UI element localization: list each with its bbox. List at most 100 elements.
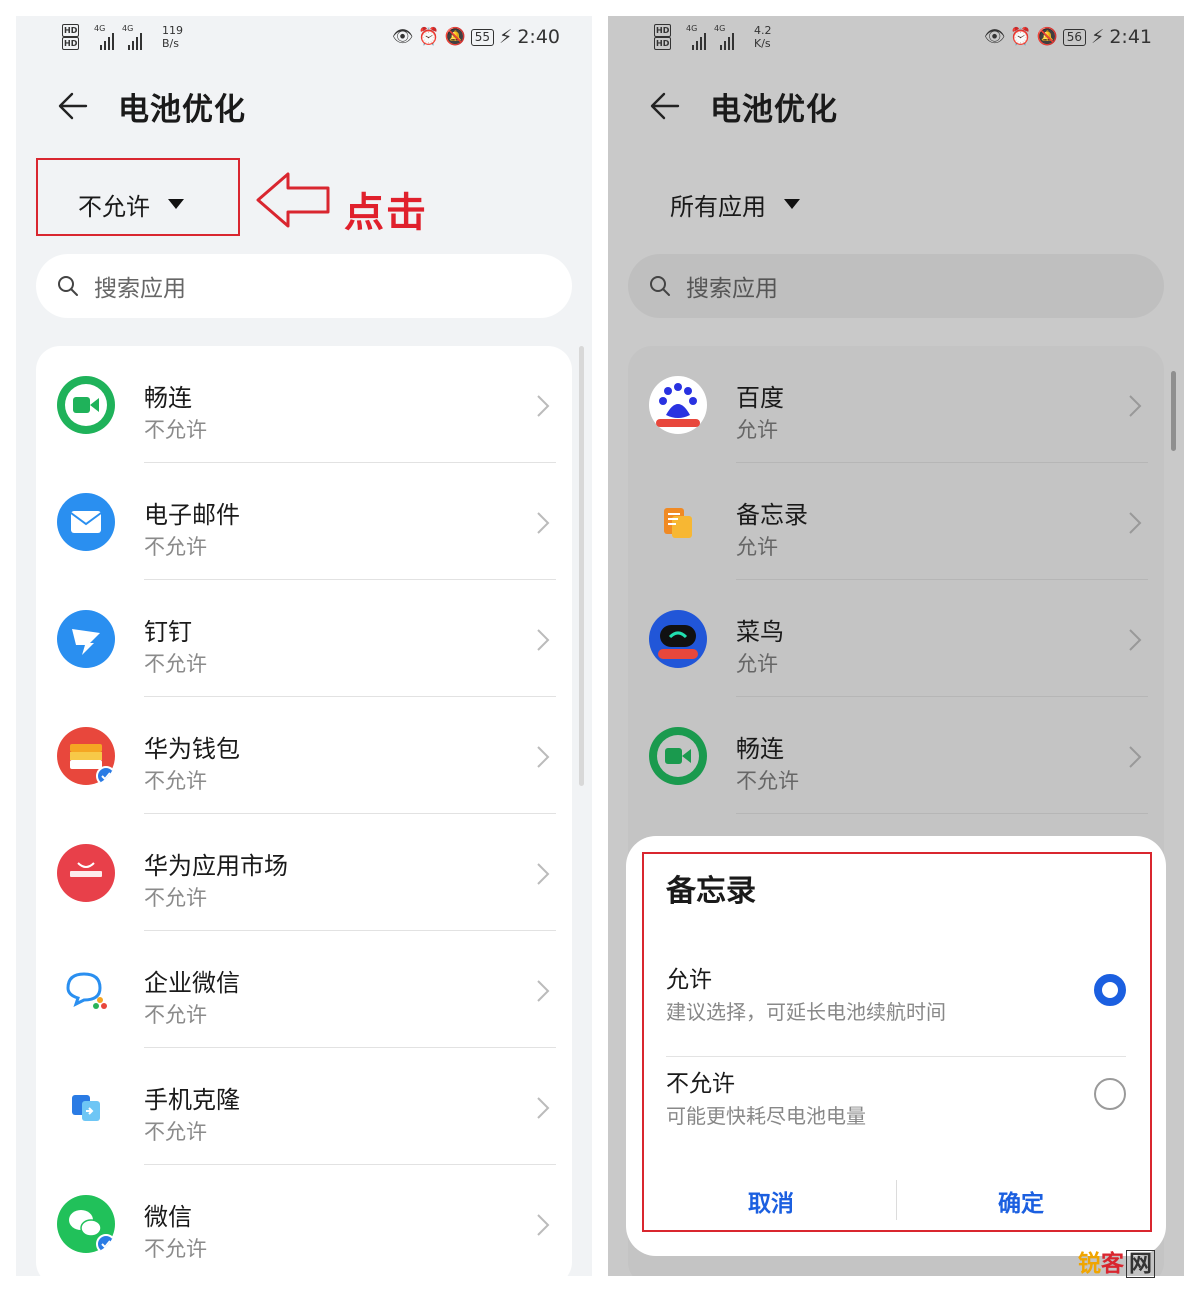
- search-placeholder: 搜索应用: [686, 276, 778, 302]
- app-list: 畅连 不允许 电子邮件 不允许 钉钉 不允许 华为钱包 不允许 华为应用市场 不…: [36, 346, 572, 1276]
- sim-indicator: HD HD: [62, 24, 80, 50]
- app-status: 不允许: [144, 1120, 207, 1144]
- app-status: 不允许: [144, 652, 207, 676]
- page-title: 电池优化: [118, 91, 246, 128]
- app-status: 允许: [736, 418, 778, 442]
- charging-icon: ⚡: [1090, 26, 1105, 48]
- app-status: 允许: [736, 652, 778, 676]
- divider: [736, 813, 1148, 814]
- list-item[interactable]: 百度 允许: [628, 346, 1164, 463]
- status-right: 👁 ⏰ 🔕 56 ⚡ 2:41: [984, 26, 1152, 48]
- chevron-right-icon: [537, 1097, 550, 1119]
- eye-icon: 👁: [391, 27, 414, 47]
- app-status: 不允许: [144, 418, 207, 442]
- alarm-icon: ⏰: [1010, 27, 1032, 47]
- app-name: 菜鸟: [736, 618, 784, 646]
- wechat-icon: [57, 1195, 116, 1254]
- scrollbar[interactable]: [579, 346, 584, 786]
- list-item[interactable]: 菜鸟 允许: [628, 580, 1164, 697]
- chevron-right-icon: [537, 395, 550, 417]
- list-item[interactable]: 畅连 不允许: [36, 346, 572, 463]
- highlight-box: [642, 852, 1152, 1232]
- chevron-right-icon: [1129, 395, 1142, 417]
- charging-icon: ⚡: [498, 26, 513, 48]
- notes-icon: [664, 508, 692, 538]
- highlight-box: [36, 158, 240, 236]
- app-name: 华为应用市场: [144, 852, 288, 880]
- battery-icon: 56: [1062, 28, 1086, 46]
- app-name: 畅连: [144, 384, 192, 412]
- app-name: 畅连: [736, 735, 784, 763]
- filter-dropdown[interactable]: 所有应用: [670, 176, 800, 232]
- status-bar: HD HD 4G 4G 4.2 K/s 👁 ⏰ 🔕 56 ⚡ 2:41: [608, 16, 1184, 62]
- network-speed: 4.2 K/s: [754, 24, 772, 50]
- status-bar: HD HD 4G 4G 119 B/s 👁 ⏰ 🔕 55 ⚡ 2:40: [16, 16, 592, 62]
- list-item[interactable]: 钉钉 不允许: [36, 580, 572, 697]
- email-icon: [57, 493, 115, 551]
- search-input[interactable]: 搜索应用: [36, 254, 572, 318]
- wecom-icon: [57, 961, 115, 1019]
- left-arrow-icon: [256, 172, 330, 228]
- left-screen: HD HD 4G 4G 119 B/s 👁 ⏰ 🔕 55 ⚡ 2:40 电池优化…: [16, 16, 592, 1276]
- mute-icon: 🔕: [444, 27, 466, 47]
- app-status: 允许: [736, 535, 778, 559]
- caret-down-icon: [784, 199, 800, 209]
- baidu-icon: [649, 376, 707, 434]
- search-icon: [58, 276, 78, 296]
- chevron-right-icon: [537, 629, 550, 651]
- mute-icon: 🔕: [1036, 27, 1058, 47]
- chevron-right-icon: [1129, 512, 1142, 534]
- chevron-right-icon: [537, 863, 550, 885]
- app-name: 百度: [736, 384, 784, 412]
- list-item[interactable]: 畅连 不允许: [628, 697, 1164, 814]
- filter-label: 所有应用: [670, 192, 766, 221]
- app-name: 企业微信: [144, 969, 240, 997]
- app-header: 电池优化: [648, 84, 838, 128]
- list-item[interactable]: 手机克隆 不允许: [36, 1048, 572, 1165]
- page-title: 电池优化: [710, 91, 838, 128]
- search-input[interactable]: 搜索应用: [628, 254, 1164, 318]
- chevron-right-icon: [1129, 629, 1142, 651]
- app-status: 不允许: [144, 535, 207, 559]
- app-name: 电子邮件: [144, 501, 240, 529]
- huawei-wallet-icon: [57, 727, 116, 786]
- chevron-right-icon: [537, 1214, 550, 1236]
- network-speed: 119 B/s: [162, 24, 183, 50]
- phone-clone-icon: [57, 1078, 115, 1136]
- huawei-appgallery-icon: [57, 844, 115, 902]
- status-right: 👁 ⏰ 🔕 55 ⚡ 2:40: [392, 26, 560, 48]
- sim-indicator: HD HD: [654, 24, 672, 50]
- changlian-icon: [57, 376, 115, 434]
- changlian-icon: [649, 727, 707, 785]
- chevron-right-icon: [537, 512, 550, 534]
- app-status: 不允许: [144, 769, 207, 793]
- clock: 2:40: [517, 26, 560, 48]
- clock: 2:41: [1109, 26, 1152, 48]
- eye-icon: 👁: [983, 27, 1006, 47]
- app-status: 不允许: [144, 1237, 207, 1261]
- watermark: 锐客网: [1078, 1244, 1155, 1278]
- list-item[interactable]: 企业微信 不允许: [36, 931, 572, 1048]
- alarm-icon: ⏰: [418, 27, 440, 47]
- app-header: 电池优化: [56, 84, 246, 128]
- back-arrow-icon[interactable]: [56, 89, 90, 123]
- battery-icon: 55: [470, 28, 494, 46]
- list-item[interactable]: 备忘录 允许: [628, 463, 1164, 580]
- right-screen: HD HD 4G 4G 4.2 K/s 👁 ⏰ 🔕 56 ⚡ 2:41 电池优化…: [608, 16, 1184, 1276]
- dingtalk-icon: [57, 610, 115, 668]
- app-name: 手机克隆: [144, 1086, 240, 1114]
- list-item[interactable]: 华为应用市场 不允许: [36, 814, 572, 931]
- app-name: 华为钱包: [144, 735, 240, 763]
- back-arrow-icon[interactable]: [648, 89, 682, 123]
- list-item[interactable]: 华为钱包 不允许: [36, 697, 572, 814]
- app-status: 不允许: [144, 1003, 207, 1027]
- app-status: 不允许: [736, 769, 799, 793]
- app-name: 备忘录: [736, 501, 808, 529]
- app-name: 微信: [144, 1203, 192, 1231]
- chevron-right-icon: [537, 980, 550, 1002]
- search-placeholder: 搜索应用: [94, 276, 186, 302]
- scrollbar[interactable]: [1171, 371, 1176, 451]
- list-item[interactable]: 电子邮件 不允许: [36, 463, 572, 580]
- annotation-label: 点击: [344, 190, 428, 236]
- list-item[interactable]: 微信 不允许: [36, 1165, 572, 1276]
